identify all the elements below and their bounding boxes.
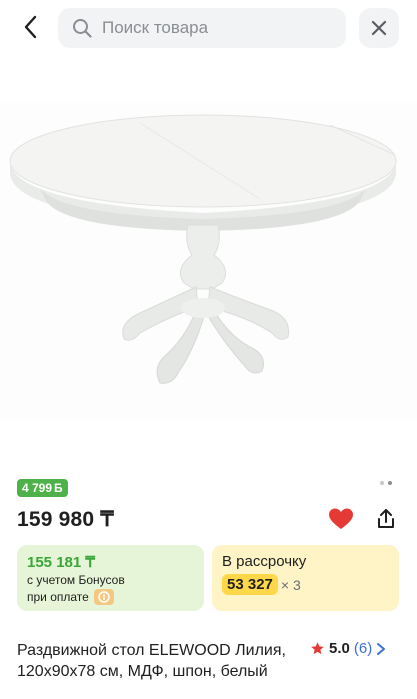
rating-link[interactable]: 5.0 (6) [310,640,386,657]
top-bar [0,0,417,56]
gallery-dot [380,481,384,485]
close-icon [371,20,387,36]
bonus-note-line2-row: при оплате [27,589,114,605]
review-count[interactable]: (6) [354,640,372,657]
installment-card[interactable]: В рассрочку 53 327 × 3 [212,545,399,611]
product-image[interactable] [0,103,417,421]
gallery-indicator [380,481,392,485]
bonus-price-card[interactable]: 155 181 ₸ с учетом Бонусов при оплате [17,545,204,611]
bonus-price: 155 181 ₸ [27,554,95,571]
share-icon [378,509,394,528]
search-input[interactable] [102,18,332,38]
star-icon [311,642,324,655]
chevron-left-icon [24,15,37,39]
bonus-note-line1: с учетом Бонусов [27,573,125,587]
chevron-right-icon [377,642,386,655]
close-button[interactable] [359,8,399,48]
search-icon [73,19,92,38]
search-bar[interactable] [58,8,346,48]
table-image [9,114,397,384]
product-price: 159 980 ₸ [17,508,114,531]
back-button[interactable] [14,10,48,44]
installment-title: В рассрочку [222,553,307,570]
installment-multiplier: × 3 [280,576,301,593]
bonus-coin-icon [93,589,114,605]
installment-amount: 53 327 [222,574,278,595]
bonus-badge-currency: Б [54,481,63,495]
product-title: Раздвижной стол ELEWOOD Лилия, 120x90x78… [17,642,286,680]
rating-value: 5.0 [329,640,350,657]
bonus-note-line2: при оплате [27,590,89,604]
favorite-button[interactable] [327,505,355,533]
share-button[interactable] [372,505,400,533]
bonus-badge-amount: 4 799 [22,481,53,495]
heart-icon [329,508,353,529]
installment-row: 53 327 × 3 [222,574,301,595]
bonus-badge: 4 799 Б [17,479,68,497]
gallery-dot-active [388,481,392,485]
